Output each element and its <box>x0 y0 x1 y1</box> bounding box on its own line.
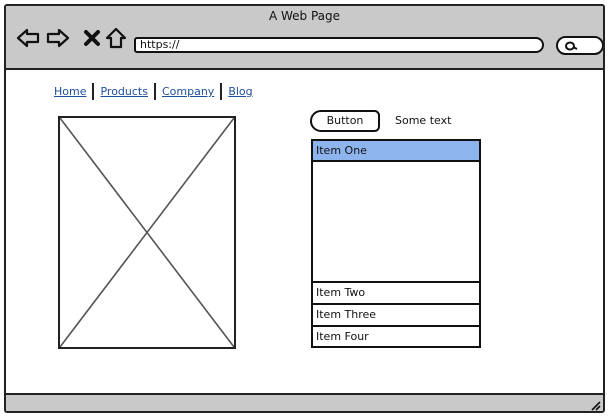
forward-arrow-icon[interactable] <box>46 26 70 50</box>
nav-link-products[interactable]: Products <box>100 85 148 98</box>
search-icon <box>565 41 578 51</box>
browser-window: A Web Page https:// Home Products Compan… <box>4 4 605 413</box>
list-item[interactable]: Item Four <box>313 325 479 346</box>
window-title: A Web Page <box>268 9 341 23</box>
nav-separator <box>220 83 223 100</box>
back-arrow-icon[interactable] <box>16 26 40 50</box>
list-item[interactable]: Item Two <box>313 281 479 301</box>
image-placeholder-icon <box>59 117 235 348</box>
resize-grip-icon[interactable] <box>589 399 601 411</box>
nav-link-home[interactable]: Home <box>54 85 86 98</box>
nav-link-company[interactable]: Company <box>162 85 214 98</box>
close-icon[interactable] <box>80 26 104 50</box>
nav-separator <box>92 83 95 100</box>
nav-links: Home Products Company Blog <box>54 83 253 100</box>
search-button[interactable] <box>556 36 603 55</box>
status-bar <box>6 393 603 411</box>
list-item[interactable]: Item Three <box>313 303 479 323</box>
nav-link-blog[interactable]: Blog <box>228 85 252 98</box>
home-icon[interactable] <box>104 26 128 50</box>
list-item-selected[interactable]: Item One <box>313 141 479 162</box>
browser-toolbar: A Web Page https:// <box>6 6 603 70</box>
url-input[interactable]: https:// <box>134 37 544 53</box>
button[interactable]: Button <box>310 110 380 132</box>
some-text-label: Some text <box>395 114 452 127</box>
list-box[interactable]: Item One Item Two Item Three Item Four <box>311 139 481 348</box>
nav-separator <box>153 83 156 100</box>
image-placeholder <box>58 116 236 349</box>
